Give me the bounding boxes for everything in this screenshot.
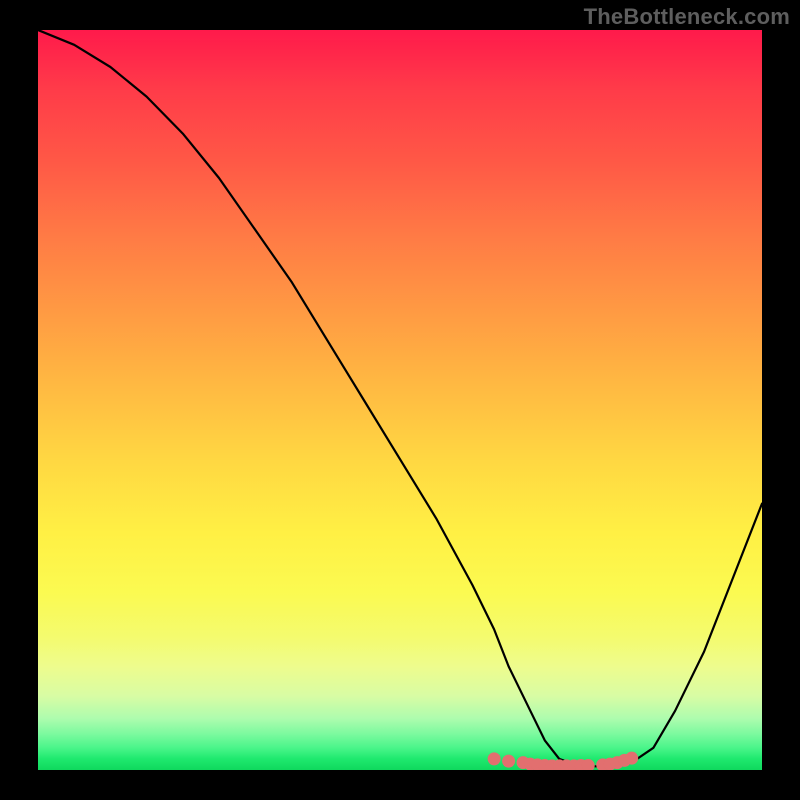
marker-dot bbox=[488, 752, 501, 765]
curve-layer bbox=[38, 30, 762, 770]
watermark-text: TheBottleneck.com bbox=[584, 4, 790, 30]
optimal-range-markers bbox=[488, 752, 639, 770]
chart-frame: TheBottleneck.com bbox=[0, 0, 800, 800]
bottleneck-curve bbox=[38, 30, 762, 766]
marker-dot bbox=[502, 755, 515, 768]
plot-area bbox=[38, 30, 762, 770]
marker-dot bbox=[625, 752, 638, 765]
